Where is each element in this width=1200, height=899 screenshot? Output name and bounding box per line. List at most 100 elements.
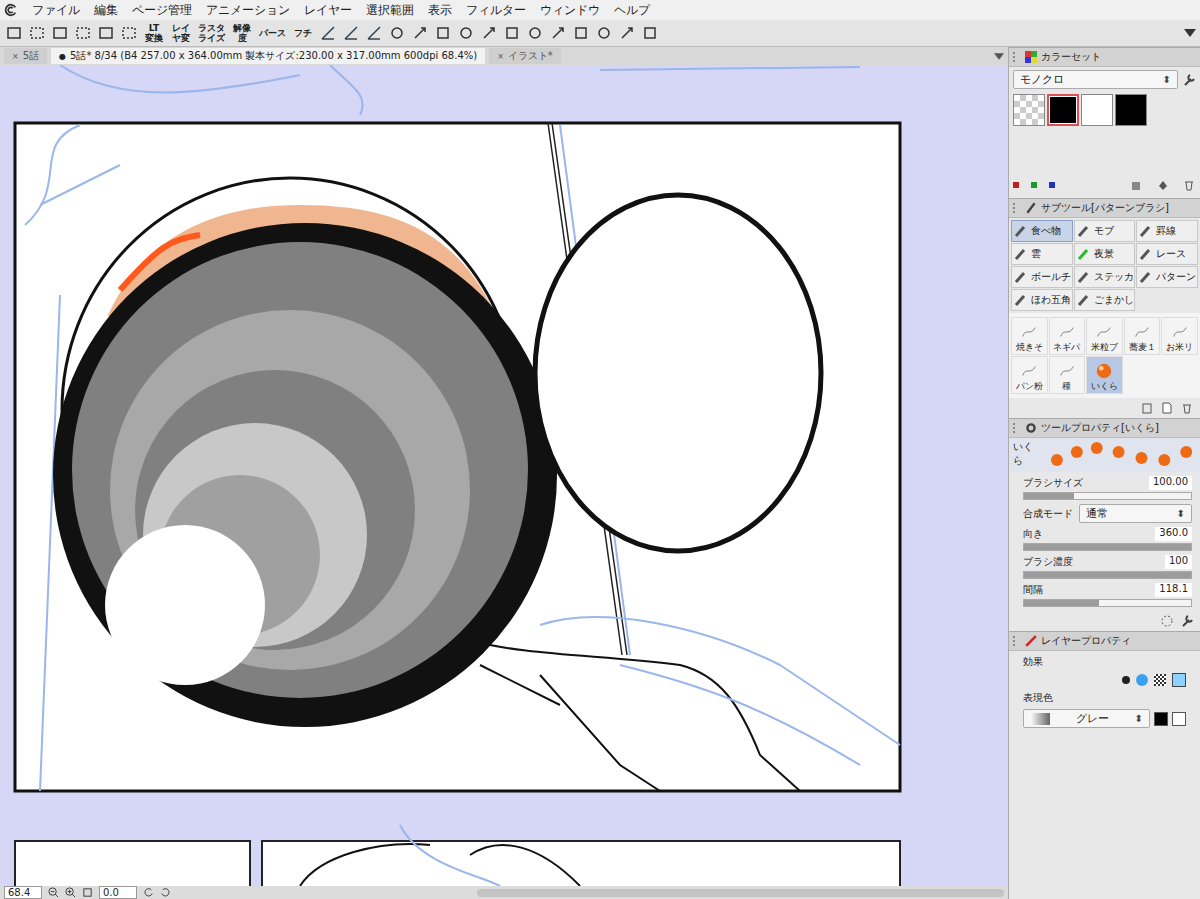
toolbar-more-icon[interactable] [1184, 29, 1196, 37]
toolbar-button[interactable] [387, 22, 407, 44]
toolbar-text-button[interactable]: レイヤ変 [169, 22, 193, 44]
property-slider[interactable] [1023, 492, 1192, 500]
subtool-group[interactable]: 罫線 [1136, 220, 1198, 242]
toolbar-button[interactable] [479, 22, 499, 44]
property-slider[interactable] [1023, 571, 1192, 579]
layer-color-swatch[interactable] [1172, 712, 1186, 726]
color-dot[interactable] [1049, 182, 1055, 188]
effect-icon[interactable] [1136, 674, 1148, 686]
toolbar-button[interactable] [456, 22, 476, 44]
speech-balloon[interactable] [535, 195, 821, 551]
manga-page[interactable] [0, 65, 1008, 886]
cup-drawing[interactable] [53, 178, 557, 727]
wrench-icon[interactable] [1180, 614, 1194, 628]
color-dot[interactable] [1031, 182, 1037, 188]
zoom-out-icon[interactable] [48, 887, 59, 898]
toolbar-button[interactable] [594, 22, 614, 44]
document-tab[interactable]: × イラスト* [489, 48, 561, 64]
tab-close-icon[interactable]: × [12, 52, 19, 61]
reset-icon[interactable] [1160, 614, 1174, 628]
brush-item[interactable]: 米粒ブ [1086, 317, 1123, 355]
fit-icon[interactable] [82, 887, 93, 898]
subtool-group[interactable]: ほわ五角 [1011, 289, 1073, 311]
subtool-group[interactable]: 夜景 [1074, 243, 1136, 265]
zoom-in-icon[interactable] [65, 887, 76, 898]
toolbar-button[interactable] [617, 22, 637, 44]
menu-item[interactable]: ページ管理 [132, 2, 192, 19]
effect-icon[interactable] [1172, 673, 1186, 687]
brush-item[interactable]: ネギパ [1049, 317, 1086, 355]
toolbar-button[interactable] [4, 22, 24, 44]
trash-icon[interactable] [1182, 178, 1196, 192]
toolbar-button[interactable] [341, 22, 361, 44]
tab-close-icon[interactable]: ● [59, 52, 66, 61]
toolbar-button[interactable] [364, 22, 384, 44]
menu-item[interactable]: ウィンドウ [540, 2, 600, 19]
toolbar-button[interactable] [571, 22, 591, 44]
menu-item[interactable]: 選択範囲 [366, 2, 414, 19]
tab-close-icon[interactable]: × [497, 52, 504, 61]
color-swatch[interactable] [1115, 94, 1147, 126]
angle-field[interactable]: 0.0 [99, 886, 137, 899]
zoom-field[interactable]: 68.4 [4, 886, 42, 899]
blend-mode-dropdown[interactable]: 通常⬍ [1079, 504, 1192, 523]
subtool-group[interactable]: モブ [1074, 220, 1136, 242]
subtool-group[interactable]: パターン [1136, 266, 1198, 288]
app-logo-icon[interactable] [4, 3, 18, 17]
document-tab[interactable]: ● 5話* 8/34 (B4 257.00 x 364.00mm 製本サイズ:2… [51, 48, 485, 64]
color-set-dropdown[interactable]: モノクロ⬍ [1013, 70, 1178, 89]
effect-icon[interactable] [1122, 676, 1130, 684]
effect-icon[interactable] [1154, 674, 1166, 686]
rotate-left-icon[interactable] [143, 887, 154, 898]
toolbar-button[interactable] [318, 22, 338, 44]
horizontal-scrollbar[interactable] [477, 889, 1004, 897]
subtool-group[interactable]: ごまかし [1074, 289, 1136, 311]
new-icon[interactable] [1160, 401, 1174, 415]
toolbar-text-button[interactable]: ラスタライズ [196, 22, 227, 44]
menu-item[interactable]: アニメーション [206, 2, 290, 19]
toolbar-button[interactable] [73, 22, 93, 44]
color-dot[interactable] [1013, 182, 1019, 188]
trash-icon[interactable] [1180, 401, 1194, 415]
toolbar-button[interactable] [27, 22, 47, 44]
menu-item[interactable]: ファイル [32, 2, 80, 19]
menu-item[interactable]: フィルター [466, 2, 526, 19]
subtool-group[interactable]: ステッカ [1074, 266, 1136, 288]
brush-item[interactable]: いくら [1086, 356, 1123, 394]
brush-item[interactable]: 焼きそ [1011, 317, 1048, 355]
toolbar-text-button[interactable]: 解像度 [230, 22, 254, 44]
fill-icon[interactable] [1156, 178, 1170, 192]
toolbar-text-button[interactable]: パース [257, 22, 288, 44]
toolbar-button[interactable] [96, 22, 116, 44]
subtool-group[interactable]: 食べ物 [1011, 220, 1073, 242]
property-slider[interactable] [1023, 543, 1192, 551]
brush-item[interactable]: パン粉 [1011, 356, 1048, 394]
toolbar-button[interactable] [433, 22, 453, 44]
menu-item[interactable]: 表示 [428, 2, 452, 19]
brush-item[interactable]: お米リ [1161, 317, 1198, 355]
subtool-group[interactable]: レース [1136, 243, 1198, 265]
tab-menu-icon[interactable] [994, 53, 1004, 60]
toolbar-text-button[interactable]: LT変換 [142, 22, 166, 44]
toolbar-button[interactable] [119, 22, 139, 44]
layer-color-swatch[interactable] [1154, 712, 1168, 726]
toolbar-button[interactable] [50, 22, 70, 44]
wrench-icon[interactable] [1182, 73, 1196, 87]
rotate-right-icon[interactable] [160, 887, 171, 898]
property-slider[interactable] [1023, 599, 1192, 607]
toolbar-button[interactable] [548, 22, 568, 44]
color-swatch[interactable] [1081, 94, 1113, 126]
subtool-group[interactable]: ボールチ [1011, 266, 1073, 288]
menu-item[interactable]: 編集 [94, 2, 118, 19]
toolbar-text-button[interactable]: フチ [291, 22, 315, 44]
add-color-icon[interactable] [1130, 178, 1144, 192]
canvas[interactable] [0, 65, 1008, 886]
color-swatch[interactable] [1047, 94, 1079, 126]
toolbar-button[interactable] [525, 22, 545, 44]
toolbar-button[interactable] [640, 22, 660, 44]
toolbar-button[interactable] [410, 22, 430, 44]
menu-item[interactable]: レイヤー [304, 2, 352, 19]
menu-item[interactable]: ヘルプ [614, 2, 650, 19]
document-tab[interactable]: × 5話 [4, 48, 47, 64]
toolbar-button[interactable] [502, 22, 522, 44]
